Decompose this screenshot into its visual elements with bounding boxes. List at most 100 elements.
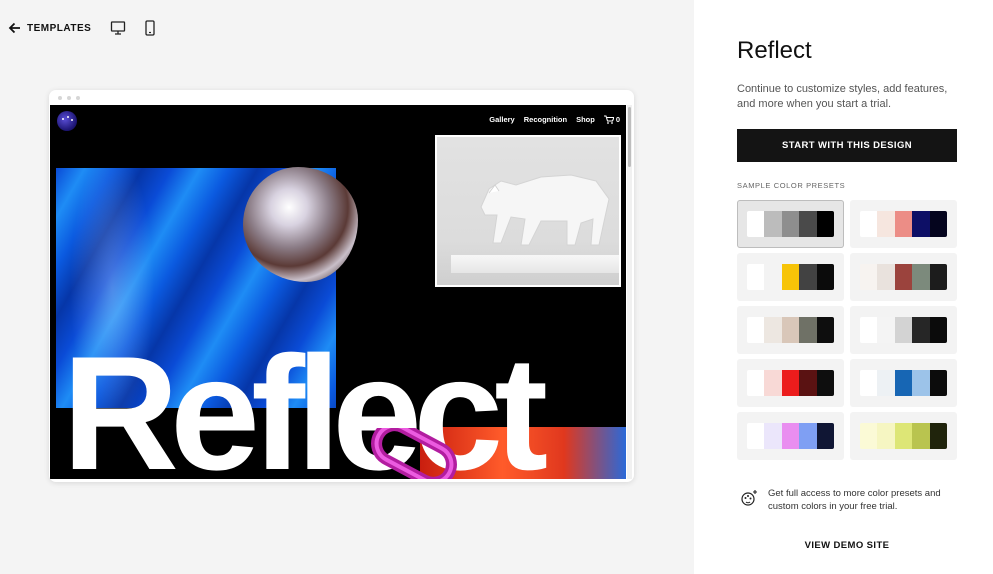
color-swatch [894, 211, 913, 237]
upsell-text: Get full access to more color presets an… [768, 488, 941, 512]
color-preset-7[interactable] [737, 359, 844, 407]
color-presets-upsell: Get full access to more color presets an… [740, 487, 958, 513]
color-swatch [799, 423, 817, 449]
preset-swatches [860, 264, 947, 290]
color-swatch [860, 317, 878, 343]
preview-scrollbar[interactable] [627, 105, 632, 479]
color-swatch [816, 317, 834, 343]
color-swatch [894, 370, 913, 396]
palette-sparkle-icon [741, 490, 757, 506]
color-swatch [764, 264, 782, 290]
template-site-preview[interactable]: Gallery Recognition Shop 0 Reflect [50, 105, 626, 479]
site-logo [57, 111, 77, 131]
color-preset-4[interactable] [850, 253, 957, 301]
preset-swatches [747, 211, 834, 237]
template-description: Continue to customize styles, add featur… [737, 83, 948, 110]
arrow-left-icon [8, 22, 20, 34]
back-to-templates-link[interactable]: TEMPLATES [8, 21, 91, 35]
desktop-icon [111, 21, 126, 35]
color-swatch [929, 264, 947, 290]
color-swatch [912, 211, 930, 237]
color-swatch [747, 264, 765, 290]
color-preset-5[interactable] [737, 306, 844, 354]
preset-swatches [860, 317, 947, 343]
color-swatch [929, 317, 947, 343]
mobile-view-button[interactable] [141, 19, 159, 37]
preset-swatches [747, 423, 834, 449]
cart-icon [603, 115, 614, 124]
color-swatch [877, 211, 895, 237]
color-swatch [860, 264, 878, 290]
template-title: Reflect [737, 37, 812, 64]
color-swatch [747, 211, 765, 237]
back-label: TEMPLATES [27, 22, 92, 34]
color-swatch [912, 423, 930, 449]
preset-swatches [747, 317, 834, 343]
color-preset-6[interactable] [850, 306, 957, 354]
preview-area: TEMPLATES Gallery Recognition Shop 0 Ref… [0, 0, 694, 574]
color-swatch [747, 370, 765, 396]
color-swatch [929, 423, 947, 449]
preview-toolbar: TEMPLATES [8, 18, 159, 38]
window-dots [58, 96, 80, 100]
pedestal [451, 255, 619, 273]
site-nav: Gallery Recognition Shop 0 [489, 115, 620, 124]
color-swatch [747, 423, 765, 449]
panther-shape [480, 174, 610, 246]
color-preset-1[interactable] [737, 200, 844, 248]
color-swatch [877, 264, 895, 290]
view-demo-site-link[interactable]: VIEW DEMO SITE [737, 540, 957, 551]
color-swatch [894, 264, 913, 290]
browser-preview-frame: Gallery Recognition Shop 0 Reflect [49, 90, 634, 482]
preset-swatches [747, 370, 834, 396]
color-swatch [912, 370, 930, 396]
color-preset-2[interactable] [850, 200, 957, 248]
preset-swatches [747, 264, 834, 290]
nav-item-gallery: Gallery [489, 115, 515, 124]
color-swatch [912, 264, 930, 290]
color-swatch [764, 370, 782, 396]
color-swatch [747, 317, 765, 343]
color-swatch [781, 370, 800, 396]
cart: 0 [603, 115, 620, 124]
start-with-this-design-button[interactable]: START WITH THIS DESIGN [737, 129, 957, 162]
mobile-icon [145, 20, 155, 36]
color-swatch [877, 423, 895, 449]
color-swatch [781, 317, 800, 343]
color-swatch [816, 211, 834, 237]
color-preset-grid [737, 200, 957, 460]
color-preset-10[interactable] [850, 412, 957, 460]
preset-swatches [860, 211, 947, 237]
color-swatch [799, 264, 817, 290]
color-swatch [799, 211, 817, 237]
color-swatch [816, 264, 834, 290]
panther-sculpture-photo [435, 135, 621, 287]
color-swatch [860, 211, 878, 237]
color-swatch [781, 211, 800, 237]
color-swatch [764, 317, 782, 343]
preset-swatches [860, 370, 947, 396]
color-swatch [764, 423, 782, 449]
color-preset-3[interactable] [737, 253, 844, 301]
color-swatch [764, 211, 782, 237]
color-preset-9[interactable] [737, 412, 844, 460]
color-swatch [894, 317, 913, 343]
color-swatch [860, 423, 878, 449]
nav-item-shop: Shop [576, 115, 595, 124]
color-swatch [929, 211, 947, 237]
preset-swatches [860, 423, 947, 449]
color-preset-8[interactable] [850, 359, 957, 407]
desktop-view-button[interactable] [109, 19, 127, 37]
color-swatch [816, 370, 834, 396]
nav-item-recognition: Recognition [523, 115, 568, 124]
color-swatch [877, 317, 895, 343]
color-swatch [799, 317, 817, 343]
color-swatch [781, 264, 800, 290]
color-swatch [799, 370, 817, 396]
color-swatch [912, 317, 930, 343]
color-swatch [816, 423, 834, 449]
color-swatch [860, 370, 878, 396]
chrome-blob-sculpture [243, 167, 358, 282]
color-swatch [781, 423, 800, 449]
color-presets-label: SAMPLE COLOR PRESETS [737, 181, 846, 190]
